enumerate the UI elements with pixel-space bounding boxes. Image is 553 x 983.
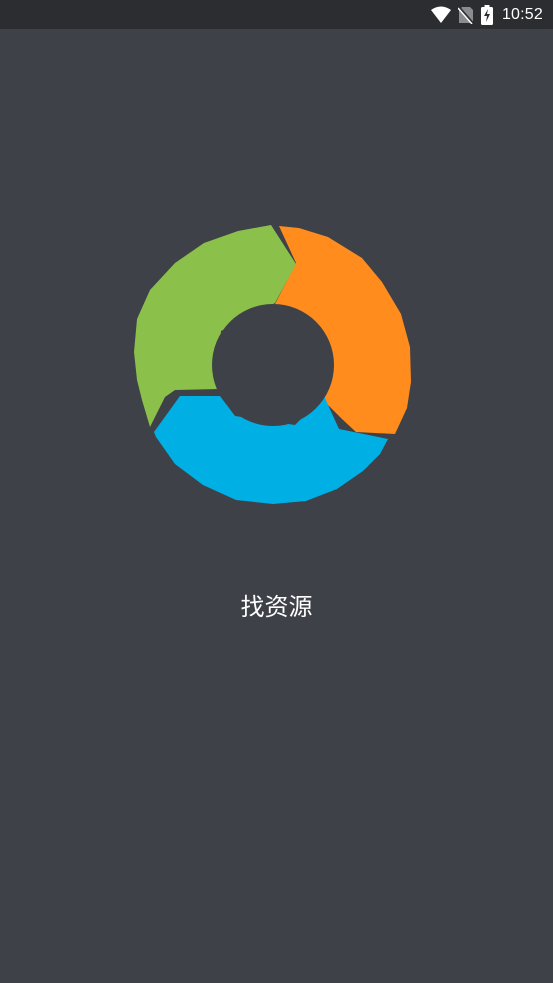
no-sim-icon <box>457 5 474 24</box>
splash-screen: 找资源 <box>0 29 553 983</box>
cycle-arrows-logo <box>134 225 411 504</box>
status-bar: 10:52 <box>0 0 553 29</box>
status-time: 10:52 <box>501 5 543 23</box>
app-name: 找资源 <box>240 593 313 621</box>
wifi-icon <box>430 6 451 24</box>
status-icons: 10:52 <box>430 0 543 29</box>
battery-charging-icon <box>480 4 493 25</box>
orange-segment <box>274 226 411 434</box>
